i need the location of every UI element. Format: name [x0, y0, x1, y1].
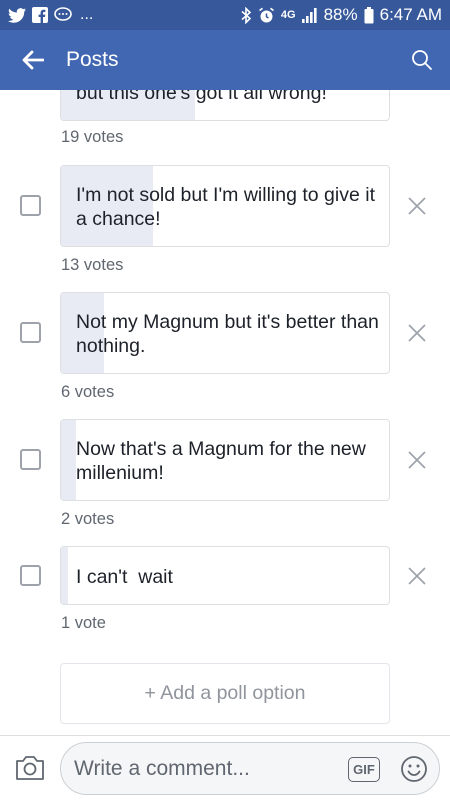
poll-option: Not my Magnum but it's better than nothi…	[0, 292, 450, 374]
vote-count[interactable]: 19 votes	[61, 128, 123, 147]
emoji-button[interactable]	[400, 755, 428, 783]
poll-option: but this one's got it all wrong!	[0, 90, 450, 121]
vote-count[interactable]: 1 vote	[61, 614, 106, 633]
remove-option-button[interactable]	[404, 447, 430, 473]
battery-percent: 88%	[323, 5, 358, 24]
poll-option-box[interactable]: I can't wait	[60, 546, 390, 605]
poll-option-box[interactable]: I'm not sold but I'm willing to give it …	[60, 165, 390, 247]
poll-option-text: Now that's a Magnum for the new milleniu…	[76, 438, 366, 484]
vote-share-bar	[61, 420, 76, 500]
emoji-icon	[400, 755, 428, 783]
comment-composer: Write a comment... GIF	[0, 735, 450, 800]
camera-button[interactable]	[14, 754, 46, 782]
vote-share-bar	[61, 547, 68, 604]
remove-option-button[interactable]	[404, 193, 430, 219]
page-title: Posts	[66, 48, 119, 71]
search-icon	[411, 49, 433, 71]
poll-option-text: Not my Magnum but it's better than nothi…	[76, 311, 379, 357]
twitter-icon	[8, 7, 26, 23]
signal-icon	[301, 7, 318, 23]
vote-count[interactable]: 13 votes	[61, 256, 123, 275]
lte-icon: 4G	[280, 8, 296, 21]
comment-input[interactable]: Write a comment... GIF	[60, 742, 440, 795]
poll-options-list: but this one's got it all wrong! 19 vote…	[0, 90, 450, 735]
app-header: Posts	[0, 30, 450, 90]
bluetooth-icon	[241, 6, 252, 24]
poll-option: Now that's a Magnum for the new milleniu…	[0, 419, 450, 501]
alarm-icon	[258, 7, 275, 24]
lte-label: 4G	[280, 8, 296, 21]
gif-button[interactable]: GIF	[348, 757, 380, 782]
add-poll-option-button[interactable]: + Add a poll option	[60, 663, 390, 724]
close-icon	[407, 450, 427, 470]
poll-option-text: I'm not sold but I'm willing to give it …	[76, 184, 375, 230]
poll-option: I'm not sold but I'm willing to give it …	[0, 165, 450, 247]
search-button[interactable]	[394, 30, 450, 90]
poll-option: I can't wait	[0, 546, 450, 605]
back-arrow-icon	[22, 50, 44, 70]
poll-option-checkbox[interactable]	[20, 449, 41, 470]
vote-count[interactable]: 2 votes	[61, 510, 114, 529]
status-left: ...	[8, 6, 93, 24]
camera-icon	[14, 754, 46, 782]
gif-label: GIF	[353, 762, 375, 777]
poll-option-checkbox[interactable]	[20, 195, 41, 216]
chat-icon	[54, 7, 72, 23]
status-ellipsis: ...	[80, 6, 94, 23]
comment-placeholder: Write a comment...	[74, 757, 250, 780]
facebook-icon	[32, 7, 48, 23]
close-icon	[407, 196, 427, 216]
status-right: 4G 88% 6:47 AM	[241, 5, 442, 25]
poll-option-text: but this one's got it all wrong!	[76, 90, 327, 104]
poll-option-box[interactable]: Now that's a Magnum for the new milleniu…	[60, 419, 390, 501]
status-bar: ... 4G 88% 6:47 AM	[0, 0, 450, 30]
poll-option-box[interactable]: but this one's got it all wrong!	[60, 90, 390, 121]
close-icon	[407, 323, 427, 343]
remove-option-button[interactable]	[404, 563, 430, 589]
vote-count[interactable]: 6 votes	[61, 383, 114, 402]
poll-option-text: I can't wait	[76, 566, 173, 588]
battery-icon	[364, 6, 374, 24]
poll-option-checkbox[interactable]	[20, 565, 41, 586]
back-button[interactable]	[0, 30, 66, 90]
clock: 6:47 AM	[379, 5, 442, 24]
poll-option-box[interactable]: Not my Magnum but it's better than nothi…	[60, 292, 390, 374]
poll-option-checkbox[interactable]	[20, 322, 41, 343]
remove-option-button[interactable]	[404, 320, 430, 346]
close-icon	[407, 566, 427, 586]
